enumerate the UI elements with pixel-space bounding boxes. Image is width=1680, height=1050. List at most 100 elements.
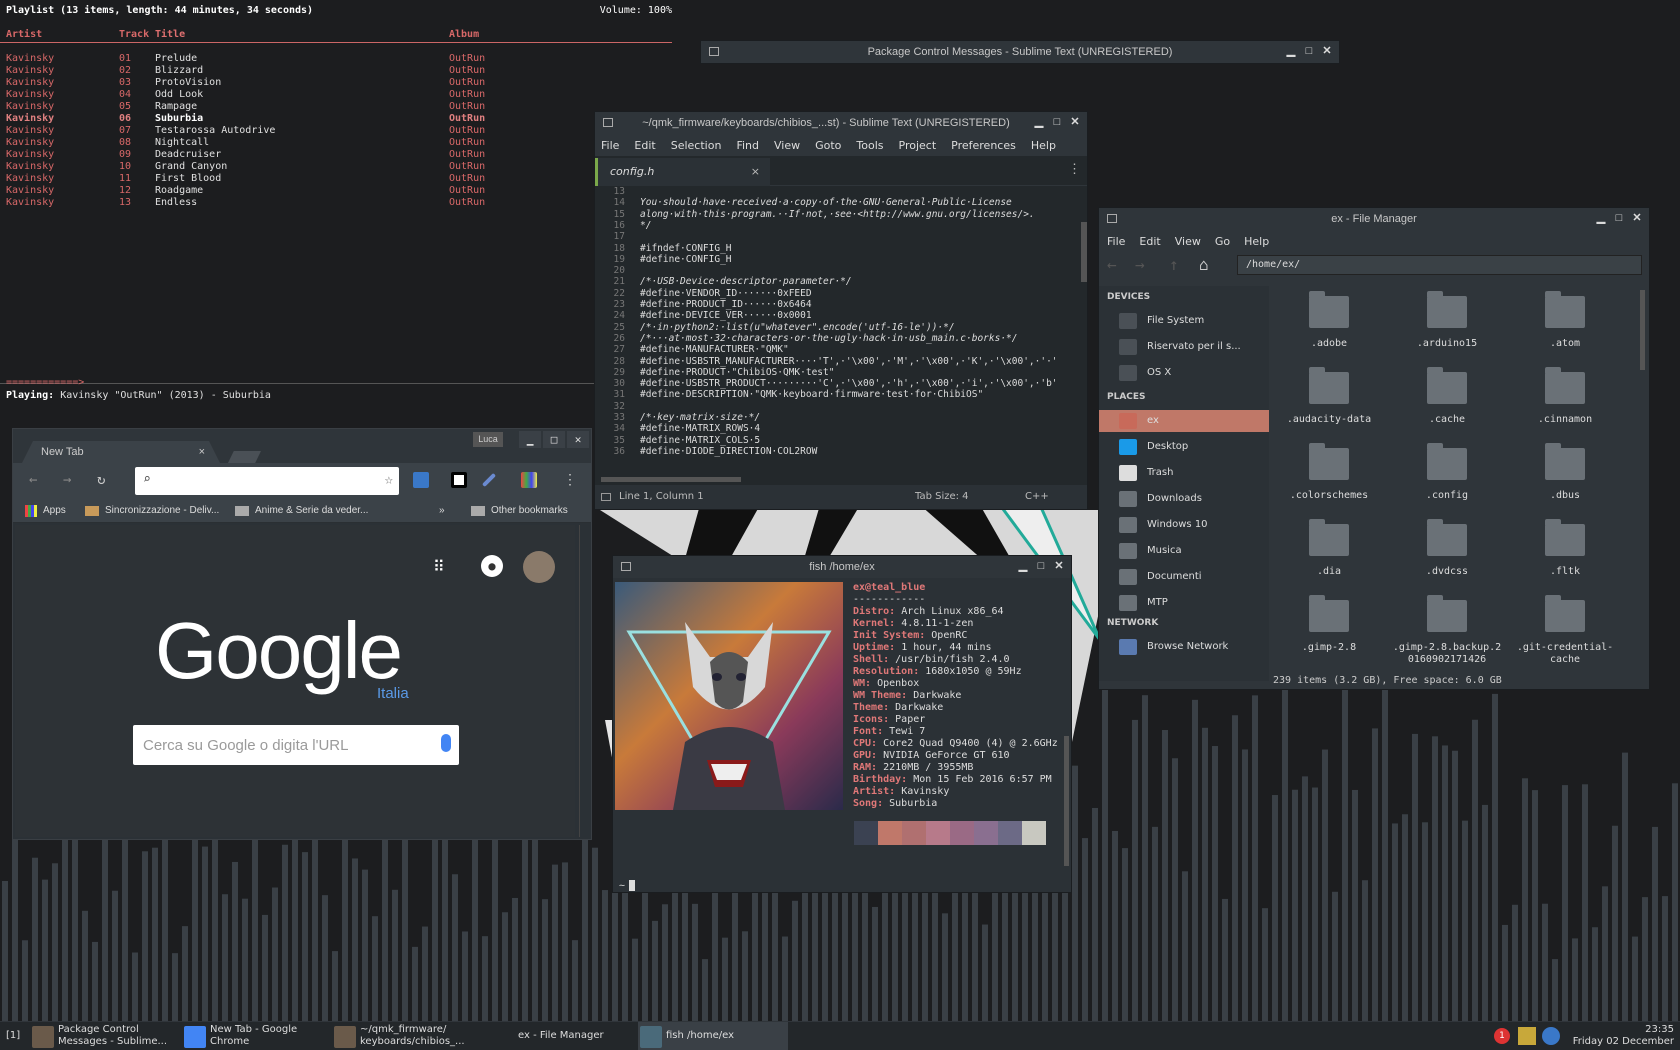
playlist-row[interactable]: Kavinsky 13 Endless OutRun xyxy=(0,197,672,209)
menu-item-file[interactable]: File xyxy=(1107,235,1125,248)
playlist-row[interactable]: Kavinsky 01 Prelude OutRun xyxy=(0,53,672,65)
sidebar-item-device[interactable]: Riservato per il s... xyxy=(1099,336,1269,358)
playlist-row[interactable]: Kavinsky 09 Deadcruiser OutRun xyxy=(0,149,672,161)
menu-item-tools[interactable]: Tools xyxy=(856,139,883,152)
minimize-button[interactable]: ▁ xyxy=(1595,212,1607,224)
horizontal-scrollbar[interactable] xyxy=(601,477,741,482)
tab-new-tab[interactable]: New Tab × xyxy=(21,441,221,465)
maximize-button[interactable]: □ xyxy=(1035,560,1047,572)
chrome-window[interactable]: New Tab × Luca ▁ □ ✕ ← → ↻ ⌕ ☆ ⋮ Apps Sincro… xyxy=(12,428,592,840)
up-icon[interactable]: ↑ xyxy=(1169,255,1179,274)
folder-item[interactable]: .dvdcss xyxy=(1389,519,1505,578)
microphone-icon[interactable] xyxy=(441,734,451,752)
title-bar[interactable]: ex - File Manager ▁ □ ✕ xyxy=(1099,208,1649,230)
syntax[interactable]: C++ xyxy=(1025,491,1049,502)
playlist-row[interactable]: Kavinsky 06 Suburbia OutRun xyxy=(0,113,672,125)
folder-item[interactable]: .cache xyxy=(1389,367,1505,426)
maximize-button[interactable]: □ xyxy=(1303,45,1315,57)
workspace-indicator[interactable]: [1] xyxy=(6,1030,20,1041)
notifications-icon[interactable]: ● xyxy=(481,555,503,577)
taskbar-item[interactable]: fish /home/ex xyxy=(638,1022,788,1050)
maximize-button[interactable]: □ xyxy=(543,431,565,448)
playlist-row[interactable]: Kavinsky 11 First Blood OutRun xyxy=(0,173,672,185)
tab-config-h[interactable]: config.h × xyxy=(595,158,770,186)
search-input[interactable]: Cerca su Google o digita l'URL xyxy=(133,725,459,765)
menu-item-help[interactable]: Help xyxy=(1244,235,1269,248)
title-bar[interactable]: ~/qmk_firmware/keyboards/chibios_...st) … xyxy=(595,112,1087,134)
title-bar[interactable]: Package Control Messages - Sublime Text … xyxy=(701,41,1339,63)
panel-icon[interactable] xyxy=(601,493,611,501)
bookmark-sync[interactable]: Sincronizzazione - Deliv... xyxy=(105,505,219,516)
tab-close-button[interactable]: × xyxy=(751,165,760,178)
maximize-button[interactable]: □ xyxy=(1051,116,1063,128)
menu-item-selection[interactable]: Selection xyxy=(671,139,722,152)
folder-item[interactable]: .dbus xyxy=(1507,443,1623,502)
sidebar-item-musica[interactable]: Musica xyxy=(1099,540,1269,562)
bookmark-apps[interactable]: Apps xyxy=(43,505,66,516)
playlist-row[interactable]: Kavinsky 08 Nightcall OutRun xyxy=(0,137,672,149)
playlist-row[interactable]: Kavinsky 05 Rampage OutRun xyxy=(0,101,672,113)
folder-item[interactable]: .audacity-data xyxy=(1271,367,1387,426)
back-icon[interactable]: ← xyxy=(29,472,37,488)
bookmark-other[interactable]: Other bookmarks xyxy=(491,505,568,516)
code-editor[interactable]: 13 14 You·should·have·received·a·copy·of·t… xyxy=(595,186,1081,476)
vertical-scrollbar[interactable] xyxy=(1064,736,1069,866)
menu-item-goto[interactable]: Goto xyxy=(815,139,841,152)
menu-kebab-icon[interactable]: ⋮ xyxy=(563,472,577,488)
folder-item[interactable]: .adobe xyxy=(1271,291,1387,350)
profile-button[interactable]: Luca xyxy=(473,432,503,447)
folder-item[interactable]: .gimp-2.8 xyxy=(1271,595,1387,654)
sidebar-item-trash[interactable]: Trash xyxy=(1099,462,1269,484)
folder-item[interactable]: .dia xyxy=(1271,519,1387,578)
taskbar-item[interactable]: ex - File Manager xyxy=(512,1022,632,1050)
menu-item-edit[interactable]: Edit xyxy=(634,139,655,152)
reload-icon[interactable]: ↻ xyxy=(97,472,105,488)
sidebar-item-downloads[interactable]: Downloads xyxy=(1099,488,1269,510)
forward-icon[interactable]: → xyxy=(63,472,71,488)
playlist-row[interactable]: Kavinsky 10 Grand Canyon OutRun xyxy=(0,161,672,173)
bookmark-anime[interactable]: Anime & Serie da veder... xyxy=(255,505,368,516)
home-icon[interactable]: ⌂ xyxy=(1199,255,1209,274)
sidebar-item-mtp[interactable]: MTP xyxy=(1099,592,1269,614)
sidebar-item-device[interactable]: File System xyxy=(1099,310,1269,332)
sidebar-item-documenti[interactable]: Documenti xyxy=(1099,566,1269,588)
minimize-button[interactable]: ▁ xyxy=(519,431,541,448)
menu-item-go[interactable]: Go xyxy=(1215,235,1230,248)
menu-item-file[interactable]: File xyxy=(601,139,619,152)
close-button[interactable]: ✕ xyxy=(567,431,589,448)
sidebar-item-ex[interactable]: ex xyxy=(1099,410,1269,432)
menu-item-find[interactable]: Find xyxy=(736,139,759,152)
menu-item-edit[interactable]: Edit xyxy=(1139,235,1160,248)
terminal-window[interactable]: fish /home/ex ▁ □ ✕ ex@teal_blue ---------… xyxy=(612,555,1072,893)
playlist-row[interactable]: Kavinsky 04 Odd Look OutRun xyxy=(0,89,672,101)
tray-icon[interactable] xyxy=(1518,1027,1536,1045)
title-bar[interactable]: fish /home/ex ▁ □ ✕ xyxy=(613,556,1071,578)
menu-item-preferences[interactable]: Preferences xyxy=(951,139,1016,152)
sidebar-item-desktop[interactable]: Desktop xyxy=(1099,436,1269,458)
folder-item[interactable]: .arduino15 xyxy=(1389,291,1505,350)
apps-grid-icon[interactable]: ⠿ xyxy=(433,557,445,576)
sublime-window[interactable]: ~/qmk_firmware/keyboards/chibios_...st) … xyxy=(594,111,1088,510)
vertical-scrollbar[interactable] xyxy=(579,525,589,837)
sidebar-item-network[interactable]: Browse Network xyxy=(1099,636,1269,658)
folder-item[interactable]: .colorschemes xyxy=(1271,443,1387,502)
menu-item-project[interactable]: Project xyxy=(899,139,937,152)
vertical-scrollbar[interactable] xyxy=(1640,290,1645,370)
taskbar-item[interactable]: Package Control Messages - Sublime... xyxy=(30,1022,176,1050)
sidebar-item-windows-10[interactable]: Windows 10 xyxy=(1099,514,1269,536)
menu-item-help[interactable]: Help xyxy=(1031,139,1056,152)
menu-item-view[interactable]: View xyxy=(1175,235,1201,248)
folder-item[interactable]: .cinnamon xyxy=(1507,367,1623,426)
star-icon[interactable]: ☆ xyxy=(385,472,393,488)
clock[interactable]: 23:35 Friday 02 December xyxy=(1573,1024,1674,1048)
minimize-button[interactable]: ▁ xyxy=(1017,560,1029,572)
back-icon[interactable]: ← xyxy=(1107,255,1117,274)
playlist-row[interactable]: Kavinsky 12 Roadgame OutRun xyxy=(0,185,672,197)
location-field[interactable]: /home/ex/ xyxy=(1237,255,1642,275)
forward-icon[interactable]: → xyxy=(1135,255,1145,274)
folder-item[interactable]: .gimp-2.8.backup.2 0160902171426 xyxy=(1389,595,1505,666)
minimize-button[interactable]: ▁ xyxy=(1033,116,1045,128)
playlist-row[interactable]: Kavinsky 07 Testarossa Autodrive OutRun xyxy=(0,125,672,137)
close-button[interactable]: ✕ xyxy=(1631,212,1643,224)
playlist-row[interactable]: Kavinsky 02 Blizzard OutRun xyxy=(0,65,672,77)
